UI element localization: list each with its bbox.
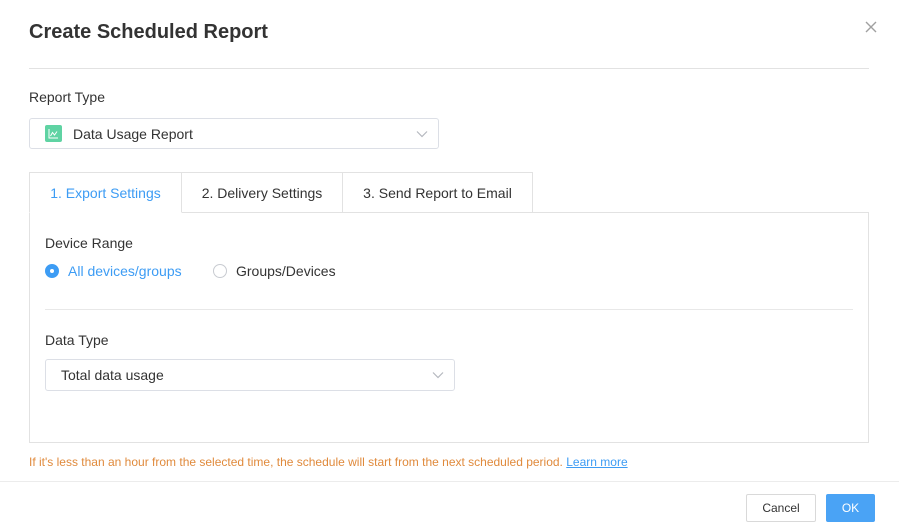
radio-all-devices-groups[interactable]: All devices/groups	[45, 263, 182, 279]
radio-button-unchecked[interactable]	[213, 264, 227, 278]
cancel-button[interactable]: Cancel	[746, 494, 816, 522]
learn-more-link[interactable]: Learn more	[566, 455, 627, 469]
tab-export-settings[interactable]: 1. Export Settings	[29, 172, 182, 213]
chart-line-icon	[45, 125, 62, 142]
ok-button[interactable]: OK	[826, 494, 875, 522]
create-scheduled-report-dialog: Create Scheduled Report Report Type Data…	[0, 0, 899, 530]
close-icon[interactable]	[862, 18, 880, 36]
tab-send-report-to-email[interactable]: 3. Send Report to Email	[342, 172, 533, 213]
device-range-label: Device Range	[45, 235, 133, 251]
report-type-value: Data Usage Report	[73, 125, 193, 142]
report-type-select[interactable]: Data Usage Report	[29, 118, 439, 149]
radio-label-all-devices: All devices/groups	[68, 263, 182, 279]
export-settings-panel: Device Range All devices/groups Groups/D…	[29, 212, 869, 443]
schedule-notice: If it's less than an hour from the selec…	[29, 455, 628, 469]
radio-label-groups-devices: Groups/Devices	[236, 263, 336, 279]
radio-groups-devices[interactable]: Groups/Devices	[213, 263, 336, 279]
panel-divider	[45, 309, 853, 310]
radio-button-checked[interactable]	[45, 264, 59, 278]
report-type-label: Report Type	[29, 89, 106, 105]
data-type-label: Data Type	[45, 332, 109, 348]
chevron-down-icon	[416, 130, 428, 137]
schedule-notice-text: If it's less than an hour from the selec…	[29, 455, 563, 469]
tab-delivery-settings[interactable]: 2. Delivery Settings	[181, 172, 343, 213]
header-divider	[29, 68, 869, 69]
data-type-select[interactable]: Total data usage	[45, 359, 455, 391]
data-type-value: Total data usage	[61, 367, 164, 383]
chevron-down-icon	[432, 372, 444, 379]
footer-divider	[0, 481, 899, 482]
dialog-title: Create Scheduled Report	[29, 21, 268, 43]
